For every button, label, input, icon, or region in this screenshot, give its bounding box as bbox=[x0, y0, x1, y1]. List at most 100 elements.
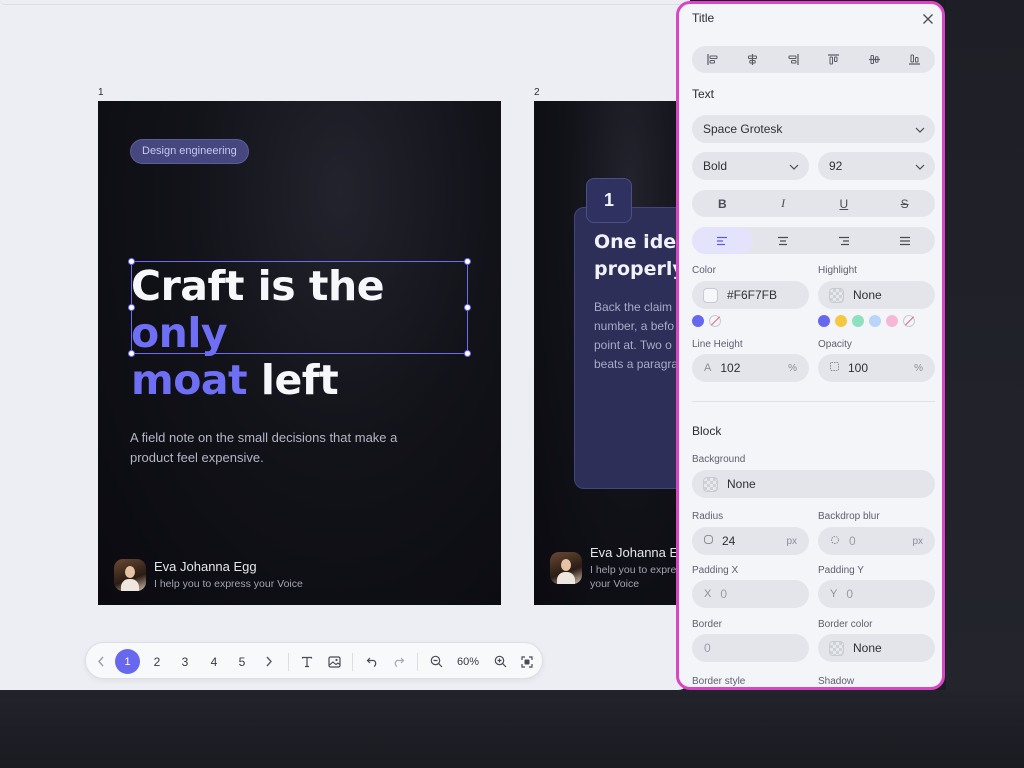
image-icon[interactable] bbox=[325, 643, 343, 680]
text-align-toolbar bbox=[692, 227, 935, 254]
blur-icon bbox=[830, 535, 840, 548]
text-align-center-icon[interactable] bbox=[753, 227, 814, 254]
author-role: I help you to express your Voice bbox=[154, 578, 303, 590]
slide-subtitle[interactable]: A field note on the small decisions that… bbox=[130, 428, 430, 468]
font-weight-select[interactable]: Bold bbox=[692, 152, 809, 180]
line-height-unit: % bbox=[788, 362, 797, 374]
color-preset-swatch[interactable] bbox=[692, 315, 704, 327]
line-height-input[interactable]: A 102 % bbox=[692, 354, 809, 382]
desktop-background-right bbox=[946, 0, 1024, 690]
font-weight-value: Bold bbox=[703, 159, 728, 173]
highlight-label: Highlight bbox=[818, 265, 857, 276]
padding-y-label: Padding Y bbox=[818, 565, 864, 576]
slide-headline[interactable]: Craft is the only moat left bbox=[131, 263, 471, 404]
chevron-down-icon bbox=[915, 122, 925, 136]
strikethrough-button[interactable]: S bbox=[874, 190, 935, 217]
padding-y-input[interactable]: Y 0 bbox=[818, 580, 935, 608]
headline-text: Craft is the bbox=[131, 262, 385, 310]
avatar bbox=[550, 552, 582, 584]
desktop-background bbox=[0, 690, 1024, 768]
slide-1[interactable]: Design engineering Craft is the only moat… bbox=[98, 101, 501, 605]
no-color-icon[interactable] bbox=[903, 315, 915, 327]
background-field[interactable]: None bbox=[692, 470, 935, 498]
zoom-level[interactable]: 60% bbox=[452, 643, 484, 680]
author-block[interactable]: Eva Johanna Egg I help you to express yo… bbox=[114, 559, 303, 591]
zoom-in-icon[interactable] bbox=[491, 643, 509, 680]
author-name: Eva Johanna Egg bbox=[154, 559, 257, 574]
slide-number-1: 1 bbox=[98, 87, 104, 98]
border-color-label: Border color bbox=[818, 619, 873, 630]
page-button-2[interactable]: 2 bbox=[145, 643, 169, 680]
italic-button[interactable]: I bbox=[753, 190, 814, 217]
highlight-preset-swatch[interactable] bbox=[852, 315, 864, 327]
slide-2[interactable]: 1 One idea properly Back the claim numbe… bbox=[534, 101, 690, 605]
background-label: Background bbox=[692, 454, 746, 465]
page-button-3[interactable]: 3 bbox=[173, 643, 197, 680]
radius-input[interactable]: 24 px bbox=[692, 527, 809, 555]
text-align-justify-icon[interactable] bbox=[874, 227, 935, 254]
page-button-1[interactable]: 1 bbox=[114, 643, 141, 680]
font-family-select[interactable]: Space Grotesk bbox=[692, 115, 935, 143]
border-color-field[interactable]: None bbox=[818, 634, 935, 662]
transparent-swatch bbox=[829, 640, 844, 656]
page-button-5[interactable]: 5 bbox=[230, 643, 254, 680]
zoom-out-icon[interactable] bbox=[427, 643, 445, 680]
toolbar-divider bbox=[417, 653, 418, 671]
border-width-input[interactable]: 0 bbox=[692, 634, 809, 662]
color-label: Color bbox=[692, 265, 716, 276]
background-value: None bbox=[727, 477, 756, 491]
border-value: 0 bbox=[704, 641, 711, 655]
color-field[interactable]: #F6F7FB bbox=[692, 281, 809, 309]
redo-icon[interactable] bbox=[389, 643, 407, 680]
padding-x-icon: X bbox=[704, 588, 712, 600]
page-button-label: 1 bbox=[115, 649, 140, 674]
highlight-field[interactable]: None bbox=[818, 281, 935, 309]
text-section-label: Text bbox=[692, 87, 715, 101]
section-divider bbox=[692, 401, 935, 402]
block-section-label: Block bbox=[692, 424, 722, 438]
align-left-icon[interactable] bbox=[692, 46, 733, 73]
page-button-4[interactable]: 4 bbox=[202, 643, 226, 680]
align-bottom-icon[interactable] bbox=[895, 46, 936, 73]
category-chip[interactable]: Design engineering bbox=[130, 139, 249, 164]
color-value: #F6F7FB bbox=[727, 288, 778, 302]
align-top-icon[interactable] bbox=[814, 46, 855, 73]
highlight-preset-swatch[interactable] bbox=[835, 315, 847, 327]
font-family-value: Space Grotesk bbox=[703, 122, 783, 136]
no-color-icon[interactable] bbox=[709, 315, 721, 327]
padding-y-value: 0 bbox=[846, 587, 854, 601]
bold-button[interactable]: B bbox=[692, 190, 753, 217]
backdrop-blur-unit: px bbox=[912, 535, 923, 547]
backdrop-blur-input[interactable]: 0 px bbox=[818, 527, 935, 555]
avatar bbox=[114, 559, 146, 591]
text-icon[interactable] bbox=[298, 643, 316, 680]
opacity-input[interactable]: 100 % bbox=[818, 354, 935, 382]
author-name: Eva Johanna Egg bbox=[590, 545, 690, 560]
highlight-preset-swatch[interactable] bbox=[869, 315, 881, 327]
author-block[interactable]: Eva Johanna Egg I help you to express yo… bbox=[550, 545, 690, 591]
headline-accent-text: moat bbox=[131, 356, 248, 404]
highlight-preset-swatch[interactable] bbox=[818, 315, 830, 327]
text-align-left-icon[interactable] bbox=[692, 227, 753, 254]
align-middle-vertical-icon[interactable] bbox=[854, 46, 895, 73]
undo-icon[interactable] bbox=[363, 643, 381, 680]
align-right-icon[interactable] bbox=[773, 46, 814, 73]
transparent-swatch bbox=[829, 287, 844, 303]
highlight-value: None bbox=[853, 288, 882, 302]
text-align-right-icon[interactable] bbox=[814, 227, 875, 254]
highlight-preset-swatch[interactable] bbox=[886, 315, 898, 327]
underline-button[interactable]: U bbox=[814, 190, 875, 217]
padding-y-icon: Y bbox=[830, 588, 838, 600]
close-icon[interactable] bbox=[922, 12, 934, 24]
opacity-icon bbox=[830, 362, 839, 374]
font-size-select[interactable]: 92 bbox=[818, 152, 935, 180]
fit-screen-icon[interactable] bbox=[518, 643, 536, 680]
align-center-horizontal-icon[interactable] bbox=[733, 46, 774, 73]
line-height-value: 102 bbox=[720, 361, 741, 375]
chevron-right-icon[interactable] bbox=[261, 643, 277, 680]
padding-x-input[interactable]: X 0 bbox=[692, 580, 809, 608]
chevron-left-icon[interactable] bbox=[93, 643, 109, 680]
padding-x-value: 0 bbox=[720, 587, 728, 601]
border-label: Border bbox=[692, 619, 723, 630]
padding-x-label: Padding X bbox=[692, 565, 739, 576]
